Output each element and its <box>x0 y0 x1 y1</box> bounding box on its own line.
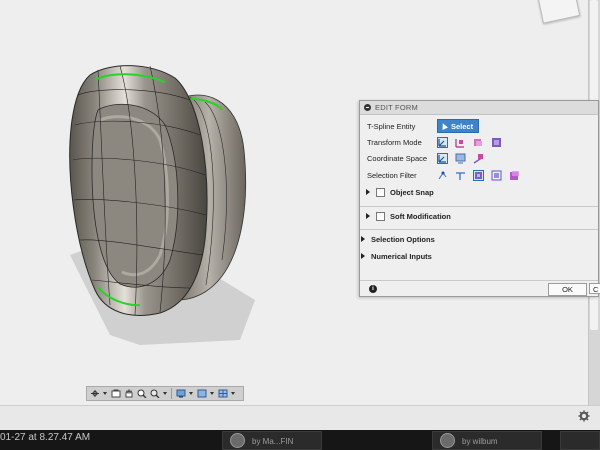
select-button[interactable]: Select <box>437 119 480 133</box>
transform-rotate-icon[interactable] <box>473 137 484 148</box>
hand-icon[interactable] <box>124 388 134 398</box>
soft-modification-label: Soft Modification <box>390 211 451 221</box>
navigation-toolbar <box>86 386 244 401</box>
selection-filter-row: Selection Filter <box>360 167 598 183</box>
edit-form-footer: i OK C <box>360 280 600 297</box>
filter-face-icon[interactable] <box>473 169 484 181</box>
coordinate-space-row: Coordinate Space <box>360 150 598 166</box>
select-arrow-icon <box>440 122 448 130</box>
coord-world-icon[interactable] <box>437 152 448 164</box>
filter-vertex-icon[interactable] <box>437 170 448 181</box>
object-snap-label: Object Snap <box>390 187 434 197</box>
grid-icon[interactable] <box>218 389 228 398</box>
expand-arrow-icon[interactable] <box>366 189 370 195</box>
transform-mode-label: Transform Mode <box>367 137 422 147</box>
transform-mode-row: Transform Mode <box>360 134 598 150</box>
visual-style-icon[interactable] <box>197 389 207 398</box>
thumbnail-card[interactable] <box>560 431 600 450</box>
selection-options-row[interactable]: Selection Options <box>361 232 435 246</box>
toolbar-divider <box>171 388 172 399</box>
transform-move-icon[interactable] <box>491 137 502 148</box>
cancel-button[interactable]: C <box>589 283 600 294</box>
tspline-entity-label: T-Spline Entity <box>367 121 416 131</box>
expand-arrow-icon[interactable] <box>361 253 365 259</box>
display-mode-icon[interactable] <box>176 389 186 398</box>
object-snap-row[interactable]: Object Snap <box>366 185 434 199</box>
numerical-inputs-label: Numerical Inputs <box>371 251 432 261</box>
bottom-status-bar <box>0 405 600 431</box>
divider <box>360 229 598 230</box>
chevron-down-icon[interactable] <box>231 392 235 395</box>
filter-object-icon[interactable] <box>509 170 520 181</box>
expand-arrow-icon[interactable] <box>366 213 370 219</box>
avatar <box>230 433 245 448</box>
selection-options-label: Selection Options <box>371 234 435 244</box>
thumbnail-author-label: by wilbum <box>462 437 498 446</box>
chevron-down-icon[interactable] <box>103 392 107 395</box>
chevron-down-icon[interactable] <box>189 392 193 395</box>
divider <box>360 206 598 207</box>
filter-edge-icon[interactable] <box>455 170 466 181</box>
tspline-entity-row: T-Spline Entity Select <box>360 118 598 134</box>
transform-scale-icon[interactable] <box>455 137 466 148</box>
expand-arrow-icon[interactable] <box>361 236 365 242</box>
zoom-window-icon[interactable] <box>150 389 160 399</box>
edit-form-header[interactable]: EDIT FORM <box>360 101 598 115</box>
ok-button[interactable]: OK <box>548 283 587 296</box>
coord-view-icon[interactable] <box>455 153 466 164</box>
coord-local-icon[interactable] <box>473 153 484 164</box>
zoom-icon[interactable] <box>137 389 147 399</box>
selection-filter-label: Selection Filter <box>367 170 417 180</box>
settings-gear-icon[interactable] <box>578 410 590 422</box>
edit-form-panel: EDIT FORM T-Spline Entity Select Transfo… <box>359 100 600 297</box>
chevron-down-icon[interactable] <box>163 392 167 395</box>
chevron-down-icon[interactable] <box>210 392 214 395</box>
collapse-panel-icon[interactable] <box>364 104 371 111</box>
pan-icon[interactable] <box>111 389 121 398</box>
screenshot-filename-label: 01-27 at 8.27.47 AM <box>0 432 91 443</box>
soft-modification-checkbox[interactable] <box>376 211 385 221</box>
soft-modification-row[interactable]: Soft Modification <box>366 209 451 223</box>
numerical-inputs-row[interactable]: Numerical Inputs <box>361 249 432 263</box>
object-snap-checkbox[interactable] <box>376 187 385 197</box>
orbit-icon[interactable] <box>90 389 100 398</box>
transform-multi-icon[interactable] <box>437 136 448 148</box>
filter-body-icon[interactable] <box>491 170 502 181</box>
edit-form-title: EDIT FORM <box>375 103 418 112</box>
info-icon[interactable]: i <box>369 285 377 293</box>
thumbnail-author-label: by Ma...FIN <box>252 437 294 446</box>
avatar <box>440 433 455 448</box>
coordinate-space-label: Coordinate Space <box>367 153 428 163</box>
select-button-label: Select <box>451 121 474 131</box>
